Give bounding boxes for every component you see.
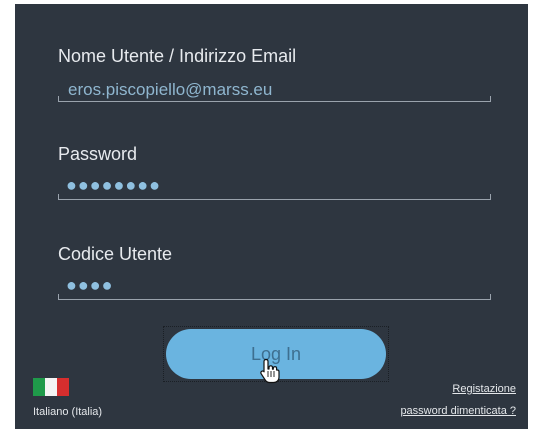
register-link[interactable]: Registazione (452, 383, 516, 395)
username-value: eros.piscopiello@marss.eu (68, 80, 273, 99)
username-tick-left (58, 96, 59, 102)
password-tick-right (490, 194, 491, 200)
flag-green-band (33, 378, 45, 396)
italy-flag-icon[interactable] (33, 378, 69, 396)
username-tick-right (490, 96, 491, 102)
flag-red-band (57, 378, 69, 396)
user-code-underline (58, 299, 491, 300)
user-code-value: ●●●● (66, 275, 114, 295)
username-label: Nome Utente / Indirizzo Email (58, 46, 297, 66)
user-code-input[interactable]: ●●●● (58, 275, 491, 306)
username-input[interactable]: eros.piscopiello@marss.eu (58, 78, 491, 108)
user-code-tick-right (490, 294, 491, 300)
password-input[interactable]: ●●●●●●●● (58, 175, 491, 206)
password-value: ●●●●●●●● (66, 175, 161, 195)
password-label: Password (58, 144, 138, 164)
user-code-tick-left (58, 294, 59, 300)
password-tick-left (58, 194, 59, 200)
hand-pointer-icon (260, 358, 280, 384)
language-label: Italiano (Italia) (33, 406, 103, 418)
login-panel: Nome Utente / Indirizzo Email eros.pisco… (15, 4, 528, 429)
password-underline (58, 199, 491, 200)
flag-white-band (45, 378, 57, 396)
username-underline (58, 101, 491, 102)
user-code-label: Codice Utente (58, 244, 173, 264)
forgot-password-link[interactable]: password dimenticata ? (400, 405, 516, 417)
